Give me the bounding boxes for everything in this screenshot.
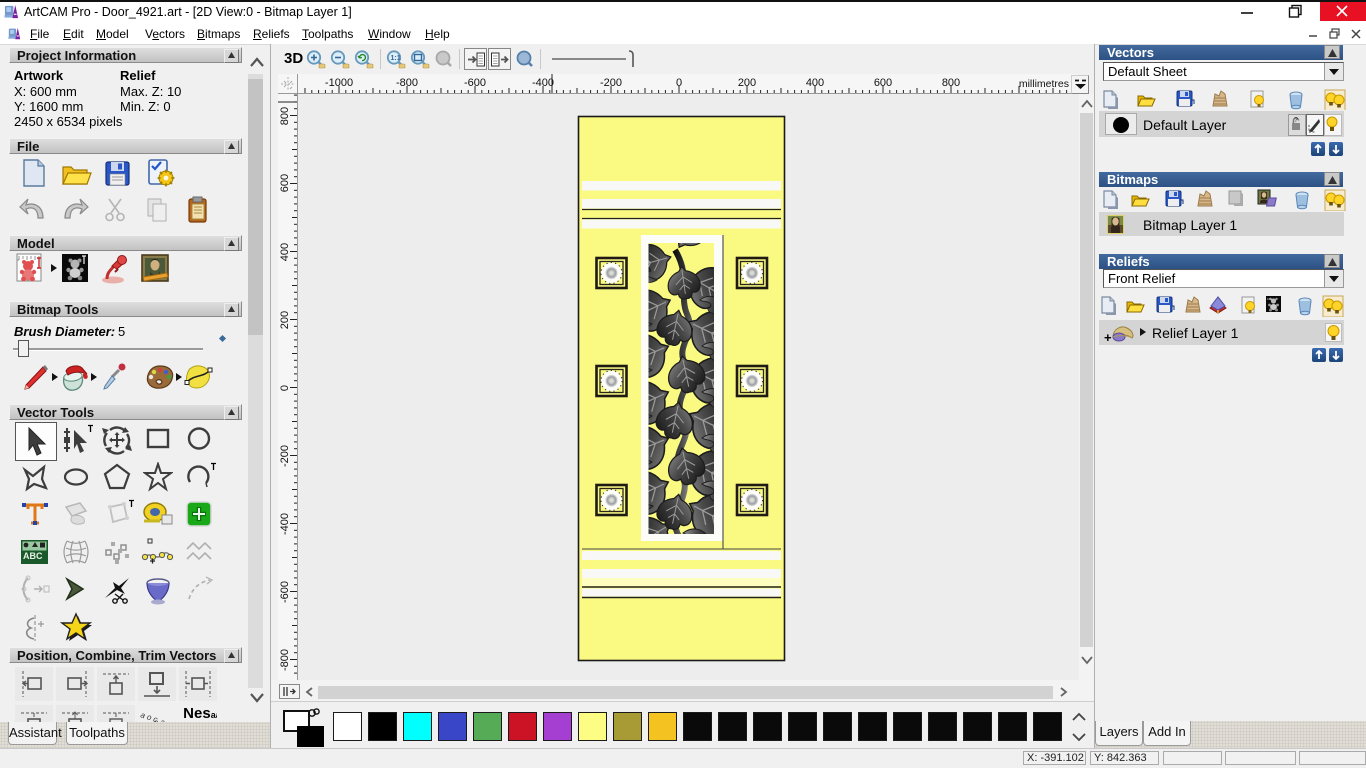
- svg-text:-1000: -1000: [325, 77, 353, 89]
- svg-text:-600: -600: [279, 581, 291, 603]
- svg-text:-200: -200: [279, 445, 291, 467]
- svg-text:1:1: 1:1: [391, 55, 401, 62]
- svg-text:millimetres: millimetres: [1019, 78, 1069, 90]
- svg-text:-800: -800: [279, 649, 291, 671]
- svg-text:200: 200: [738, 77, 756, 89]
- svg-text:0: 0: [676, 77, 682, 89]
- svg-text:ABC: ABC: [23, 551, 43, 561]
- svg-text:200: 200: [279, 311, 291, 329]
- svg-text:800: 800: [942, 77, 960, 89]
- svg-text:-200: -200: [600, 77, 622, 89]
- svg-text:400: 400: [279, 243, 291, 261]
- svg-text:?: ?: [1294, 117, 1298, 124]
- svg-text:600: 600: [279, 174, 291, 192]
- svg-text:0: 0: [279, 385, 291, 391]
- svg-text:600: 600: [874, 77, 892, 89]
- svg-text:800: 800: [279, 107, 291, 125]
- svg-text:-600: -600: [464, 77, 486, 89]
- svg-text:400: 400: [806, 77, 824, 89]
- svg-text:-400: -400: [532, 77, 554, 89]
- svg-text:101: 101: [1267, 297, 1272, 301]
- svg-text:-400: -400: [279, 513, 291, 535]
- svg-text:-800: -800: [396, 77, 418, 89]
